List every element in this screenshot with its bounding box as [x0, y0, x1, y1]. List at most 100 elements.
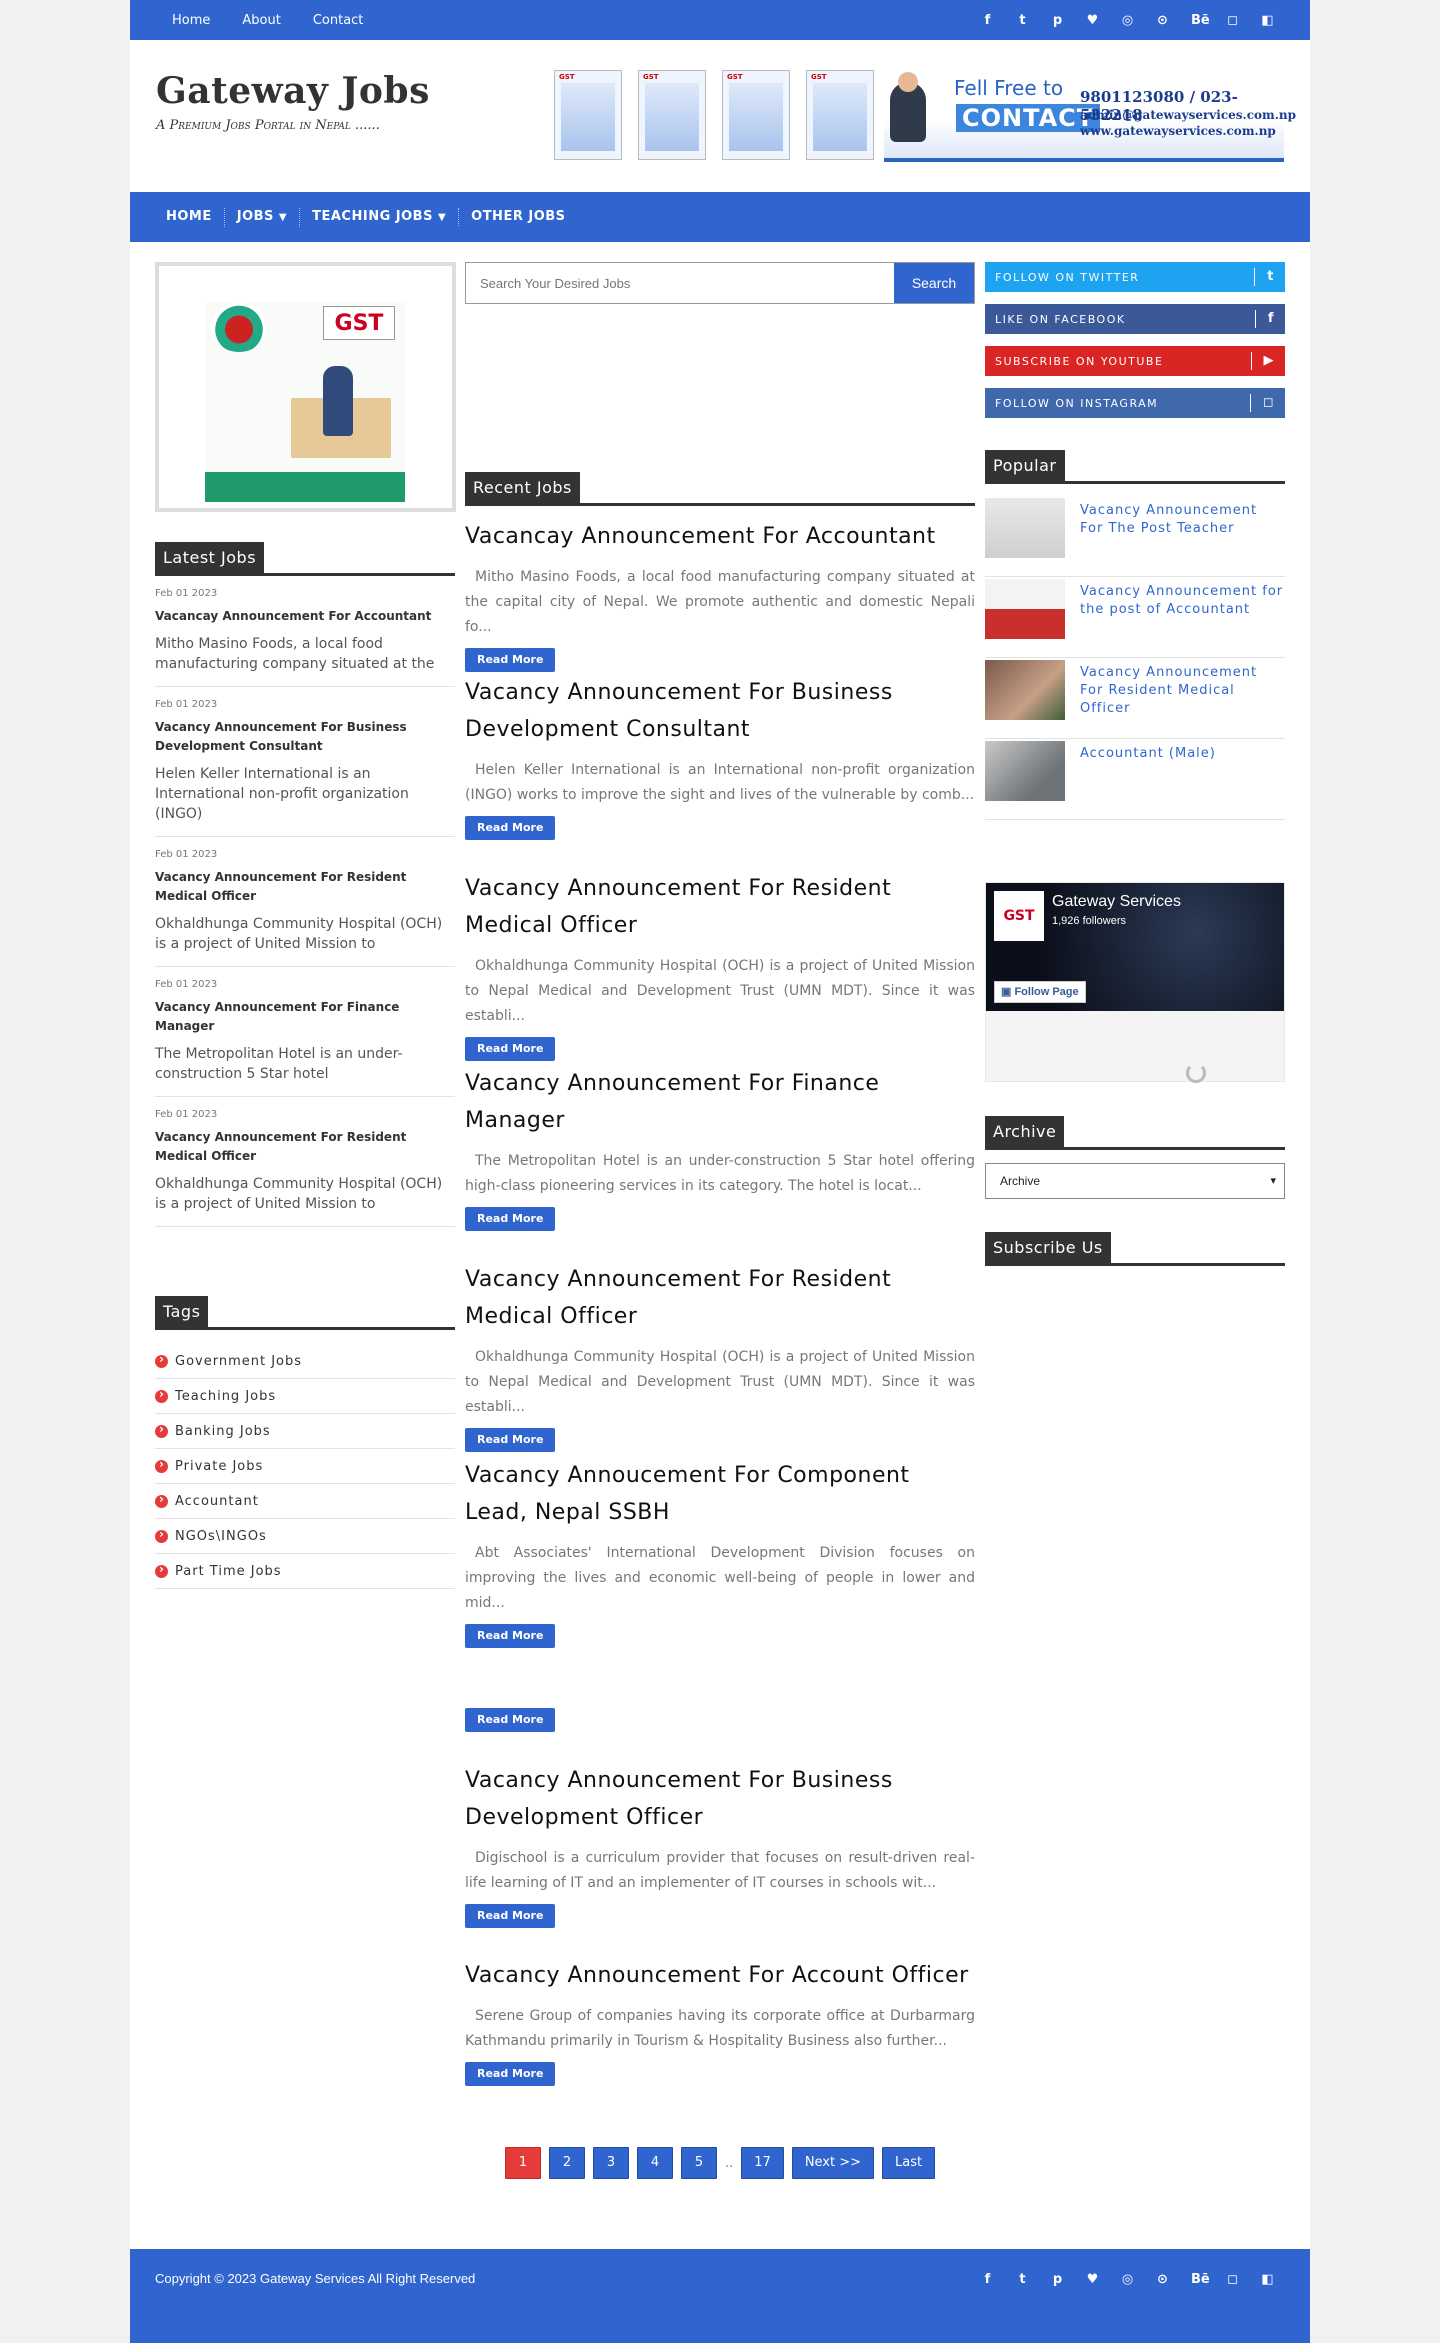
youtube-icon: ▶ — [1250, 352, 1276, 370]
facebook-page-name[interactable]: Gateway Services — [1052, 893, 1181, 911]
nav-home[interactable]: HOME — [154, 208, 224, 226]
topnav-home-link[interactable]: Home — [172, 13, 210, 28]
read-more-button[interactable]: Read More — [465, 1624, 556, 1648]
post-title[interactable]: Vacancy Announcement For Account Officer — [465, 1957, 975, 1994]
post-thumbnail[interactable] — [985, 660, 1065, 720]
nav-jobs[interactable]: JOBS ▼ — [223, 207, 299, 227]
post-title[interactable]: Vacancy Announcement For Business Develo… — [465, 674, 975, 748]
search-button[interactable]: Search — [894, 263, 974, 303]
pinterest-icon[interactable]: p — [1051, 2272, 1064, 2287]
post-title[interactable]: Vacancy Announcement For Resident Medica… — [465, 1261, 975, 1335]
read-more-button[interactable]: Read More — [465, 1037, 556, 1061]
site-title[interactable]: Gateway Jobs — [156, 70, 430, 112]
delicious-icon[interactable]: ◧ — [1261, 13, 1274, 28]
post-link[interactable]: Vacancy Announcement For Resident Medica… — [1080, 664, 1285, 718]
tag-teaching-jobs[interactable]: Teaching Jobs — [155, 1379, 455, 1414]
post-title[interactable]: Vacancy Announcement For Finance Manager — [465, 1065, 975, 1139]
behance-icon[interactable]: Bē — [1191, 2272, 1210, 2287]
instagram-icon[interactable]: ◻ — [1226, 2272, 1239, 2287]
instagram-icon[interactable]: ◻ — [1226, 13, 1239, 28]
page-17-button[interactable]: 17 — [741, 2147, 784, 2179]
tag-private-jobs[interactable]: Private Jobs — [155, 1449, 455, 1484]
read-more-button[interactable]: Read More — [465, 1708, 556, 1732]
tag-banking-jobs[interactable]: Banking Jobs — [155, 1414, 455, 1449]
facebook-icon[interactable]: f — [981, 13, 994, 28]
main-nav: HOME JOBS ▼ TEACHING JOBS ▼ OTHER JOBS — [130, 192, 1310, 242]
page-5-button[interactable]: 5 — [681, 2147, 717, 2179]
follow-facebook-button[interactable]: LIKE ON FACEBOOK f — [985, 304, 1285, 334]
list-item: Vacancy Announcement For The Post Teache… — [985, 496, 1285, 577]
post-thumbnail[interactable] — [985, 498, 1065, 558]
nav-other-jobs[interactable]: OTHER JOBS — [458, 208, 577, 226]
facebook-cover-image[interactable]: GST Gateway Services 1,926 followers ▣ F… — [986, 883, 1284, 1011]
ad-artwork: GST — [205, 302, 405, 502]
next-page-button[interactable]: Next >> — [791, 2147, 875, 2179]
post-link[interactable]: Vacancy Announcement For Resident Medica… — [155, 1128, 455, 1166]
facebook-page-logo[interactable]: GST — [994, 891, 1044, 941]
post-link[interactable]: Accountant (Male) — [1080, 745, 1216, 763]
heart-icon[interactable]: ♥ — [1086, 13, 1099, 28]
follow-twitter-button[interactable]: FOLLOW ON TWITTER t — [985, 262, 1285, 292]
topnav-contact-link[interactable]: Contact — [313, 13, 364, 28]
post-link[interactable]: Vacancy Announcement For The Post Teache… — [1080, 502, 1285, 538]
rss-icon[interactable]: ⊙ — [1156, 2272, 1169, 2287]
chevron-down-icon: ▼ — [278, 211, 288, 223]
post-link[interactable]: Vacancy Announcement For Finance Manager — [155, 998, 455, 1036]
topnav-about-link[interactable]: About — [242, 13, 280, 28]
heart-icon[interactable]: ♥ — [1086, 2272, 1099, 2287]
follow-youtube-button[interactable]: SUBSCRIBE ON YOUTUBE ▶ — [985, 346, 1285, 376]
delicious-icon[interactable]: ◧ — [1261, 2272, 1274, 2287]
twitter-icon[interactable]: t — [1016, 13, 1029, 28]
read-more-button[interactable]: Read More — [465, 648, 556, 672]
rss-icon[interactable]: ⊙ — [1156, 13, 1169, 28]
read-more-button[interactable]: Read More — [465, 2062, 556, 2086]
post-thumbnail[interactable] — [985, 579, 1065, 639]
page-2-button[interactable]: 2 — [549, 2147, 585, 2179]
tag-label: Government Jobs — [175, 1353, 303, 1369]
follow-page-button[interactable]: ▣ Follow Page — [994, 981, 1086, 1003]
post-title[interactable]: Vacancy Announcement For Business Develo… — [465, 1762, 975, 1836]
read-more-button[interactable]: Read More — [465, 1428, 556, 1452]
post-title[interactable]: Vacancy Annoucement For Component Lead, … — [465, 1457, 975, 1531]
page-4-button[interactable]: 4 — [637, 2147, 673, 2179]
post-link[interactable]: Vacancy Announcement for the post of Acc… — [1080, 583, 1285, 619]
post-link[interactable]: Vacancy Announcement For Business Develo… — [155, 718, 455, 756]
follow-instagram-button[interactable]: FOLLOW ON INSTAGRAM ◻ — [985, 388, 1285, 418]
dribbble-icon[interactable]: ◎ — [1121, 13, 1134, 28]
pagination: 1 2 3 4 5 .. 17 Next >> Last — [505, 2147, 936, 2179]
tag-accountant[interactable]: Accountant — [155, 1484, 455, 1519]
post-thumbnail[interactable] — [985, 741, 1065, 801]
search-input[interactable] — [466, 263, 894, 303]
list-item: Feb 01 2023 Vacancy Announcement For Bus… — [155, 687, 455, 837]
tag-label: NGOs\INGOs — [175, 1528, 267, 1544]
facebook-icon[interactable]: f — [981, 2272, 994, 2287]
post-link[interactable]: Vacancy Announcement For Resident Medica… — [155, 868, 455, 906]
read-more-button[interactable]: Read More — [465, 816, 556, 840]
list-item: Accountant (Male) — [985, 739, 1285, 820]
last-page-button[interactable]: Last — [882, 2147, 936, 2179]
archive-select[interactable]: Archive ▾ — [985, 1163, 1285, 1199]
tag-ngos-ingos[interactable]: NGOs\INGOs — [155, 1519, 455, 1554]
header-banner-ad[interactable]: GST GST GST GST Fell Free to CONTACT 980… — [554, 64, 1296, 164]
read-more-button[interactable]: Read More — [465, 1904, 556, 1928]
site-brand[interactable]: Gateway Jobs A Premium Jobs Portal in Ne… — [156, 70, 430, 133]
tag-government-jobs[interactable]: Government Jobs — [155, 1344, 455, 1379]
post-date: Feb 01 2023 — [155, 1109, 218, 1120]
dribbble-icon[interactable]: ◎ — [1121, 2272, 1134, 2287]
page-3-button[interactable]: 3 — [593, 2147, 629, 2179]
pinterest-icon[interactable]: p — [1051, 13, 1064, 28]
post-title[interactable]: Vacancay Announcement For Accountant — [465, 518, 975, 555]
post-snippet: Helen Keller International is an Interna… — [155, 766, 409, 822]
twitter-icon[interactable]: t — [1016, 2272, 1029, 2287]
twitter-icon: t — [1254, 268, 1275, 286]
page-1-button[interactable]: 1 — [505, 2147, 541, 2179]
tag-part-time-jobs[interactable]: Part Time Jobs — [155, 1554, 455, 1589]
read-more-button[interactable]: Read More — [465, 1207, 556, 1231]
nav-teaching-jobs[interactable]: TEACHING JOBS ▼ — [299, 207, 458, 227]
tags-title: Tags — [155, 1296, 209, 1327]
site-tagline: A Premium Jobs Portal in Nepal ...... — [156, 118, 380, 133]
behance-icon[interactable]: Bē — [1191, 13, 1210, 28]
post-link[interactable]: Vacancay Announcement For Accountant — [155, 607, 455, 626]
post-title[interactable]: Vacancy Announcement For Resident Medica… — [465, 870, 975, 944]
sidebar-ad-banner[interactable]: GST — [155, 262, 456, 512]
